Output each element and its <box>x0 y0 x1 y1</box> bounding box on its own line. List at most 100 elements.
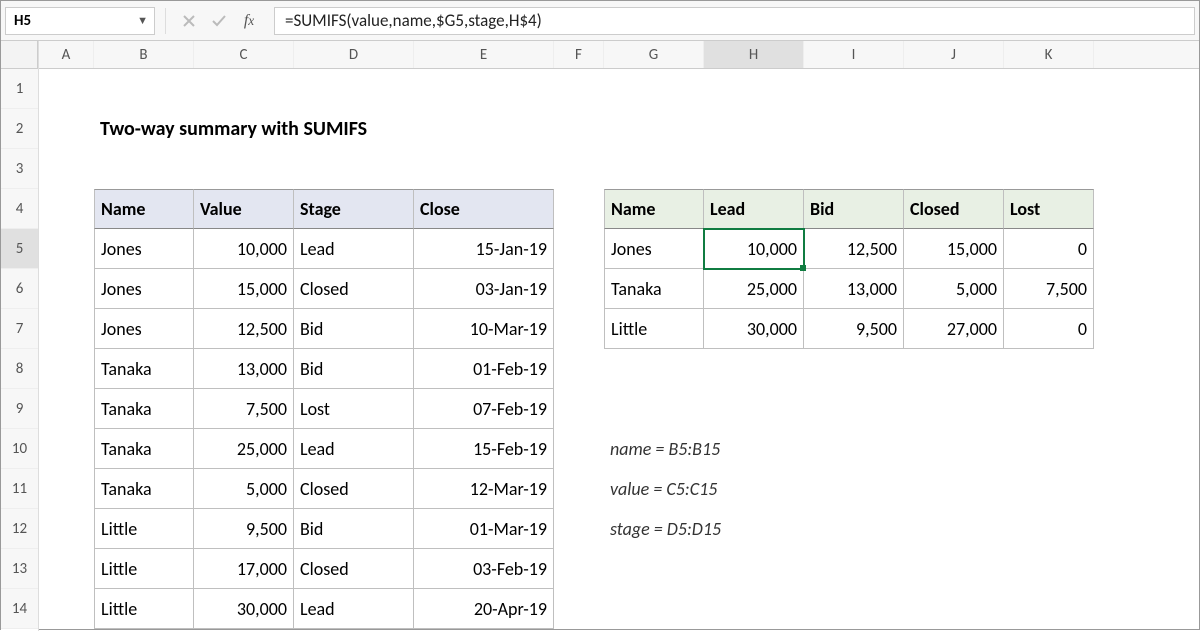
fx-icon[interactable]: fx <box>236 8 262 34</box>
tbl2-cell[interactable]: Jones <box>604 229 704 269</box>
page-title[interactable]: Two-way summary with SUMIFS <box>94 109 694 149</box>
col-header-B[interactable]: B <box>94 41 194 68</box>
tbl1-cell[interactable]: 7,500 <box>194 389 294 429</box>
row-header-13[interactable]: 13 <box>1 549 38 589</box>
col-header-J[interactable]: J <box>904 41 1004 68</box>
row-header-5[interactable]: 5 <box>1 229 38 269</box>
tbl1-header[interactable]: Close <box>414 189 554 229</box>
formula-input[interactable]: =SUMIFS(value,name,$G5,stage,H$4) <box>274 7 1195 35</box>
tbl1-cell[interactable]: 01-Feb-19 <box>414 349 554 389</box>
col-header-F[interactable]: F <box>554 41 604 68</box>
cell[interactable] <box>39 509 94 549</box>
tbl1-cell[interactable]: 15-Jan-19 <box>414 229 554 269</box>
cell[interactable] <box>39 109 94 149</box>
tbl2-cell[interactable]: Tanaka <box>604 269 704 309</box>
tbl1-cell[interactable]: 20-Apr-19 <box>414 589 554 629</box>
tbl1-cell[interactable]: Little <box>94 589 194 629</box>
cell[interactable] <box>554 189 604 229</box>
row-header-2[interactable]: 2 <box>1 109 38 149</box>
cell[interactable] <box>39 389 94 429</box>
cell[interactable] <box>39 229 94 269</box>
cell[interactable] <box>554 229 604 269</box>
tbl1-cell[interactable]: Jones <box>94 269 194 309</box>
cell[interactable] <box>39 589 94 629</box>
tbl2-header[interactable]: Lost <box>1004 189 1094 229</box>
name-box[interactable]: H5 ▼ <box>5 7 155 35</box>
tbl2-cell[interactable]: 0 <box>1004 229 1094 269</box>
tbl1-cell[interactable]: 07-Feb-19 <box>414 389 554 429</box>
tbl1-cell[interactable]: Bid <box>294 309 414 349</box>
note[interactable]: stage = D5:D15 <box>604 509 1004 549</box>
tbl2-cell[interactable]: 27,000 <box>904 309 1004 349</box>
tbl1-cell[interactable]: Closed <box>294 549 414 589</box>
tbl1-header[interactable]: Name <box>94 189 194 229</box>
tbl1-cell[interactable]: 03-Feb-19 <box>414 549 554 589</box>
tbl1-header[interactable]: Value <box>194 189 294 229</box>
note[interactable]: value = C5:C15 <box>604 469 1004 509</box>
tbl1-cell[interactable]: Bid <box>294 509 414 549</box>
tbl2-cell[interactable]: 12,500 <box>804 229 904 269</box>
row-header-7[interactable]: 7 <box>1 309 38 349</box>
tbl1-cell[interactable]: Tanaka <box>94 429 194 469</box>
tbl1-cell[interactable]: Lead <box>294 229 414 269</box>
tbl1-cell[interactable]: Tanaka <box>94 469 194 509</box>
row-header-4[interactable]: 4 <box>1 189 38 229</box>
col-header-D[interactable]: D <box>294 41 414 68</box>
tbl2-cell[interactable]: 30,000 <box>704 309 804 349</box>
cell[interactable] <box>554 349 604 389</box>
tbl1-cell[interactable]: Little <box>94 549 194 589</box>
cancel-icon[interactable] <box>176 8 202 34</box>
tbl1-cell[interactable]: 10-Mar-19 <box>414 309 554 349</box>
col-header-E[interactable]: E <box>414 41 554 68</box>
cell[interactable] <box>39 189 94 229</box>
cell[interactable] <box>554 509 604 549</box>
cell[interactable] <box>554 309 604 349</box>
col-header-H[interactable]: H <box>704 41 804 68</box>
tbl1-cell[interactable]: 9,500 <box>194 509 294 549</box>
tbl2-cell[interactable]: 0 <box>1004 309 1094 349</box>
tbl2-cell[interactable]: 25,000 <box>704 269 804 309</box>
row-header-8[interactable]: 8 <box>1 349 38 389</box>
cell[interactable] <box>39 149 94 189</box>
tbl1-header[interactable]: Stage <box>294 189 414 229</box>
cell[interactable] <box>554 269 604 309</box>
tbl1-cell[interactable]: Bid <box>294 349 414 389</box>
tbl2-header[interactable]: Lead <box>704 189 804 229</box>
tbl1-cell[interactable]: Tanaka <box>94 389 194 429</box>
tbl2-header[interactable]: Name <box>604 189 704 229</box>
tbl2-header[interactable]: Closed <box>904 189 1004 229</box>
tbl1-cell[interactable]: Jones <box>94 309 194 349</box>
tbl1-cell[interactable]: Lost <box>294 389 414 429</box>
row-header-12[interactable]: 12 <box>1 509 38 549</box>
row-header-9[interactable]: 9 <box>1 389 38 429</box>
tbl1-cell[interactable]: 30,000 <box>194 589 294 629</box>
tbl1-cell[interactable]: Lead <box>294 589 414 629</box>
row-header-11[interactable]: 11 <box>1 469 38 509</box>
cell[interactable] <box>39 429 94 469</box>
tbl1-cell[interactable]: Closed <box>294 269 414 309</box>
tbl1-cell[interactable]: 10,000 <box>194 229 294 269</box>
cell[interactable] <box>39 469 94 509</box>
col-header-A[interactable]: A <box>39 41 94 68</box>
col-header-G[interactable]: G <box>604 41 704 68</box>
cell[interactable] <box>39 269 94 309</box>
row-header-6[interactable]: 6 <box>1 269 38 309</box>
tbl1-cell[interactable]: 12-Mar-19 <box>414 469 554 509</box>
tbl1-cell[interactable]: Lead <box>294 429 414 469</box>
cell[interactable] <box>39 309 94 349</box>
dropdown-icon[interactable]: ▼ <box>137 14 148 27</box>
cell[interactable] <box>39 549 94 589</box>
selected-cell[interactable]: 10,000 <box>704 229 804 269</box>
tbl1-cell[interactable]: 15,000 <box>194 269 294 309</box>
cell[interactable] <box>554 429 604 469</box>
tbl1-cell[interactable]: 17,000 <box>194 549 294 589</box>
tbl2-cell[interactable]: 13,000 <box>804 269 904 309</box>
row-header-3[interactable]: 3 <box>1 149 38 189</box>
cell[interactable] <box>554 389 604 429</box>
tbl1-cell[interactable]: 15-Feb-19 <box>414 429 554 469</box>
tbl1-cell[interactable]: 5,000 <box>194 469 294 509</box>
tbl1-cell[interactable]: 01-Mar-19 <box>414 509 554 549</box>
tbl1-cell[interactable]: 03-Jan-19 <box>414 269 554 309</box>
tbl2-cell[interactable]: 9,500 <box>804 309 904 349</box>
tbl1-cell[interactable]: Jones <box>94 229 194 269</box>
